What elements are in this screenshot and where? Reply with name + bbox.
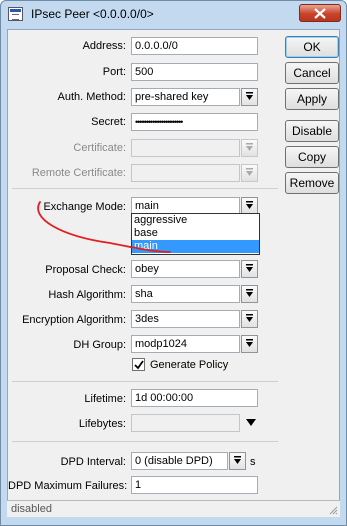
auth-method-select[interactable]: pre-shared key [131,88,240,106]
dpd-interval-unit: s [250,456,256,468]
dropdown-arrow-icon [246,289,253,297]
proposal-check-label: Proposal Check: [45,264,126,276]
lifetime-label: Lifetime: [84,393,126,405]
encryption-algorithm-select[interactable]: 3des [131,310,240,328]
certificate-label: Certificate: [73,142,126,154]
encryption-algorithm-dropdown-button[interactable] [241,310,258,328]
dpd-interval-label: DPD Interval: [60,456,126,468]
hash-algorithm-select[interactable]: sha [131,285,240,303]
window-icon [8,7,23,21]
expand-arrow-icon[interactable] [246,419,256,427]
dropdown-arrow-icon [246,314,253,322]
cancel-button[interactable]: Cancel [285,62,339,84]
auth-method-label: Auth. Method: [57,91,127,103]
proposal-check-select[interactable]: obey [131,260,240,278]
remote-certificate-label: Remote Certificate: [31,167,126,179]
dpd-interval-dropdown-button[interactable] [229,452,246,470]
auth-method-dropdown-button[interactable] [241,88,258,106]
dropdown-arrow-icon [246,201,253,209]
certificate-dropdown-button [241,139,258,157]
certificate-select [131,139,240,157]
separator [12,441,278,442]
ok-button[interactable]: OK [285,36,339,58]
dh-group-dropdown-button[interactable] [241,335,258,353]
window-title: IPsec Peer <0.0.0.0/0> [31,7,154,21]
generate-policy-label: Generate Policy [150,359,229,371]
separator [12,381,278,382]
encryption-algorithm-label: Encryption Algorithm: [22,314,126,326]
dpd-max-failures-field[interactable]: 1 [131,476,258,494]
port-field[interactable]: 500 [131,63,258,81]
lifebytes-label: Lifebytes: [78,418,126,430]
disable-button[interactable]: Disable [285,120,339,142]
remote-certificate-dropdown-button [241,164,258,182]
close-icon [314,8,326,19]
apply-button[interactable]: Apply [285,88,339,110]
proposal-check-dropdown-button[interactable] [241,260,258,278]
separator [12,188,278,189]
dropdown-arrow-icon [234,456,241,464]
lifetime-field[interactable]: 1d 00:00:00 [131,389,258,407]
close-button[interactable] [299,4,341,22]
dropdown-arrow-icon [246,339,253,347]
exchange-mode-dropdown-list: aggressive base main [131,213,260,255]
hash-algorithm-label: Hash Algorithm: [48,289,126,301]
secret-field[interactable]: •••••••••••••••••••••• [131,113,258,131]
dropdown-arrow-icon [246,264,253,272]
checkmark-icon [134,360,144,370]
option-base[interactable]: base [132,227,259,240]
dpd-max-failures-label: DPD Maximum Failures: [8,480,128,492]
option-aggressive[interactable]: aggressive [132,214,259,227]
dh-group-label: DH Group: [73,339,126,351]
status-bar: disabled [7,500,340,517]
address-field[interactable]: 0.0.0.0/0 [131,37,258,55]
dh-group-select[interactable]: modp1024 [131,335,240,353]
copy-button[interactable]: Copy [285,146,339,168]
generate-policy-checkbox[interactable] [132,358,145,371]
remote-certificate-select [131,164,240,182]
hash-algorithm-dropdown-button[interactable] [241,285,258,303]
address-label: Address: [82,40,126,52]
title-bar[interactable]: IPsec Peer <0.0.0.0/0> [1,1,346,27]
remove-button[interactable]: Remove [285,172,339,194]
lifebytes-field[interactable] [131,414,240,432]
status-text: disabled [11,503,52,515]
exchange-mode-label: Exchange Mode: [43,201,126,213]
dropdown-arrow-icon [246,92,253,100]
secret-label: Secret: [91,116,126,128]
dropdown-arrow-icon [246,143,253,151]
resize-grip-icon[interactable] [328,505,338,515]
dpd-interval-select[interactable]: 0 (disable DPD) [131,452,228,470]
dropdown-arrow-icon [246,168,253,176]
option-main[interactable]: main [132,240,259,253]
port-label: Port: [102,66,126,78]
